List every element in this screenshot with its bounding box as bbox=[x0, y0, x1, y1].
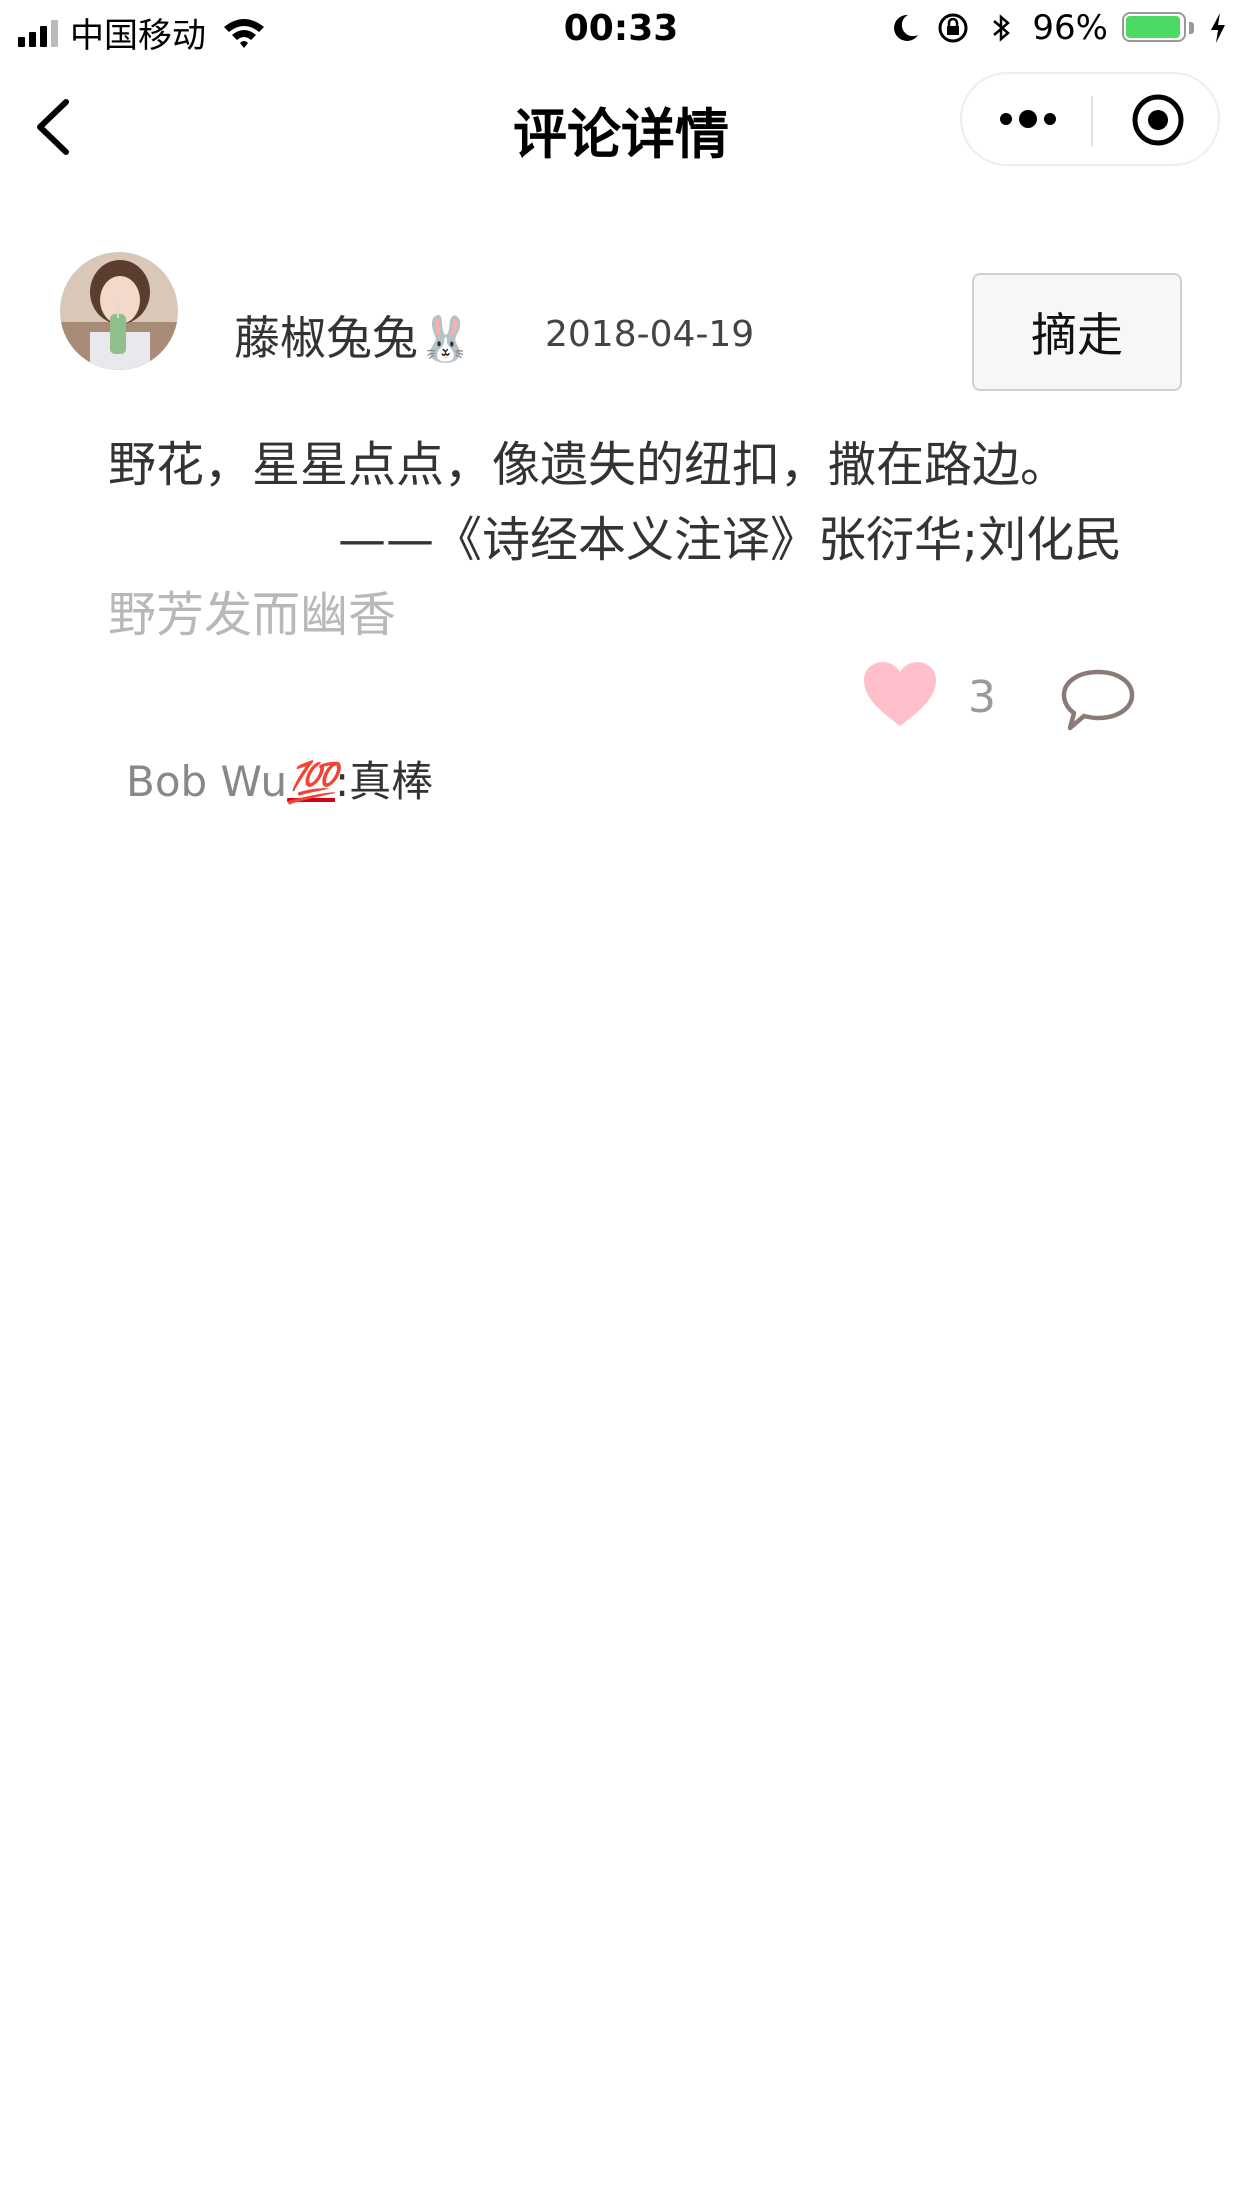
battery-percent: 96% bbox=[1032, 8, 1108, 48]
battery-fill bbox=[1126, 16, 1180, 38]
post-date: 2018-04-19 bbox=[545, 314, 755, 355]
user-name[interactable]: 藤椒兔兔🐰 bbox=[234, 302, 473, 368]
reply-item[interactable]: Bob Wu💯:真棒 bbox=[126, 748, 433, 809]
charging-icon bbox=[1211, 13, 1225, 43]
excerpt-button[interactable]: 摘走 bbox=[972, 273, 1182, 391]
bluetooth-icon bbox=[993, 14, 1011, 42]
user-note: 野芳发而幽香 bbox=[108, 587, 397, 643]
avatar[interactable] bbox=[60, 252, 178, 370]
avatar-image bbox=[60, 252, 178, 370]
quote-text: 野花，星星点点，像遗失的纽扣，撒在路边。 bbox=[108, 437, 1069, 493]
moon-icon bbox=[894, 14, 919, 41]
rabbit-emoji: 🐰 bbox=[418, 314, 473, 365]
user-name-text: 藤椒兔兔 bbox=[234, 311, 418, 365]
like-count: 3 bbox=[968, 672, 996, 723]
heart-icon[interactable] bbox=[862, 660, 938, 728]
reply-author: Bob Wu bbox=[126, 757, 288, 806]
comment-bubble-icon[interactable] bbox=[1060, 668, 1136, 734]
mini-program-capsule bbox=[960, 72, 1220, 166]
hundred-emoji: 💯 bbox=[287, 760, 337, 806]
battery-icon bbox=[1122, 12, 1194, 44]
status-right: 96% bbox=[888, 8, 1228, 48]
navigation-bar: 评论详情 bbox=[0, 70, 1242, 180]
status-bar: 中国移动 00:33 96% bbox=[0, 0, 1242, 60]
quote-source: ——《诗经本义注译》张衍华;刘化民 bbox=[338, 512, 1123, 568]
rotation-lock-icon bbox=[938, 13, 968, 43]
reply-text: 真棒 bbox=[349, 757, 434, 806]
capsule-divider bbox=[1091, 96, 1093, 146]
reply-separator: : bbox=[334, 757, 350, 806]
more-dots-icon[interactable] bbox=[996, 102, 1060, 136]
target-icon[interactable] bbox=[1130, 92, 1186, 148]
